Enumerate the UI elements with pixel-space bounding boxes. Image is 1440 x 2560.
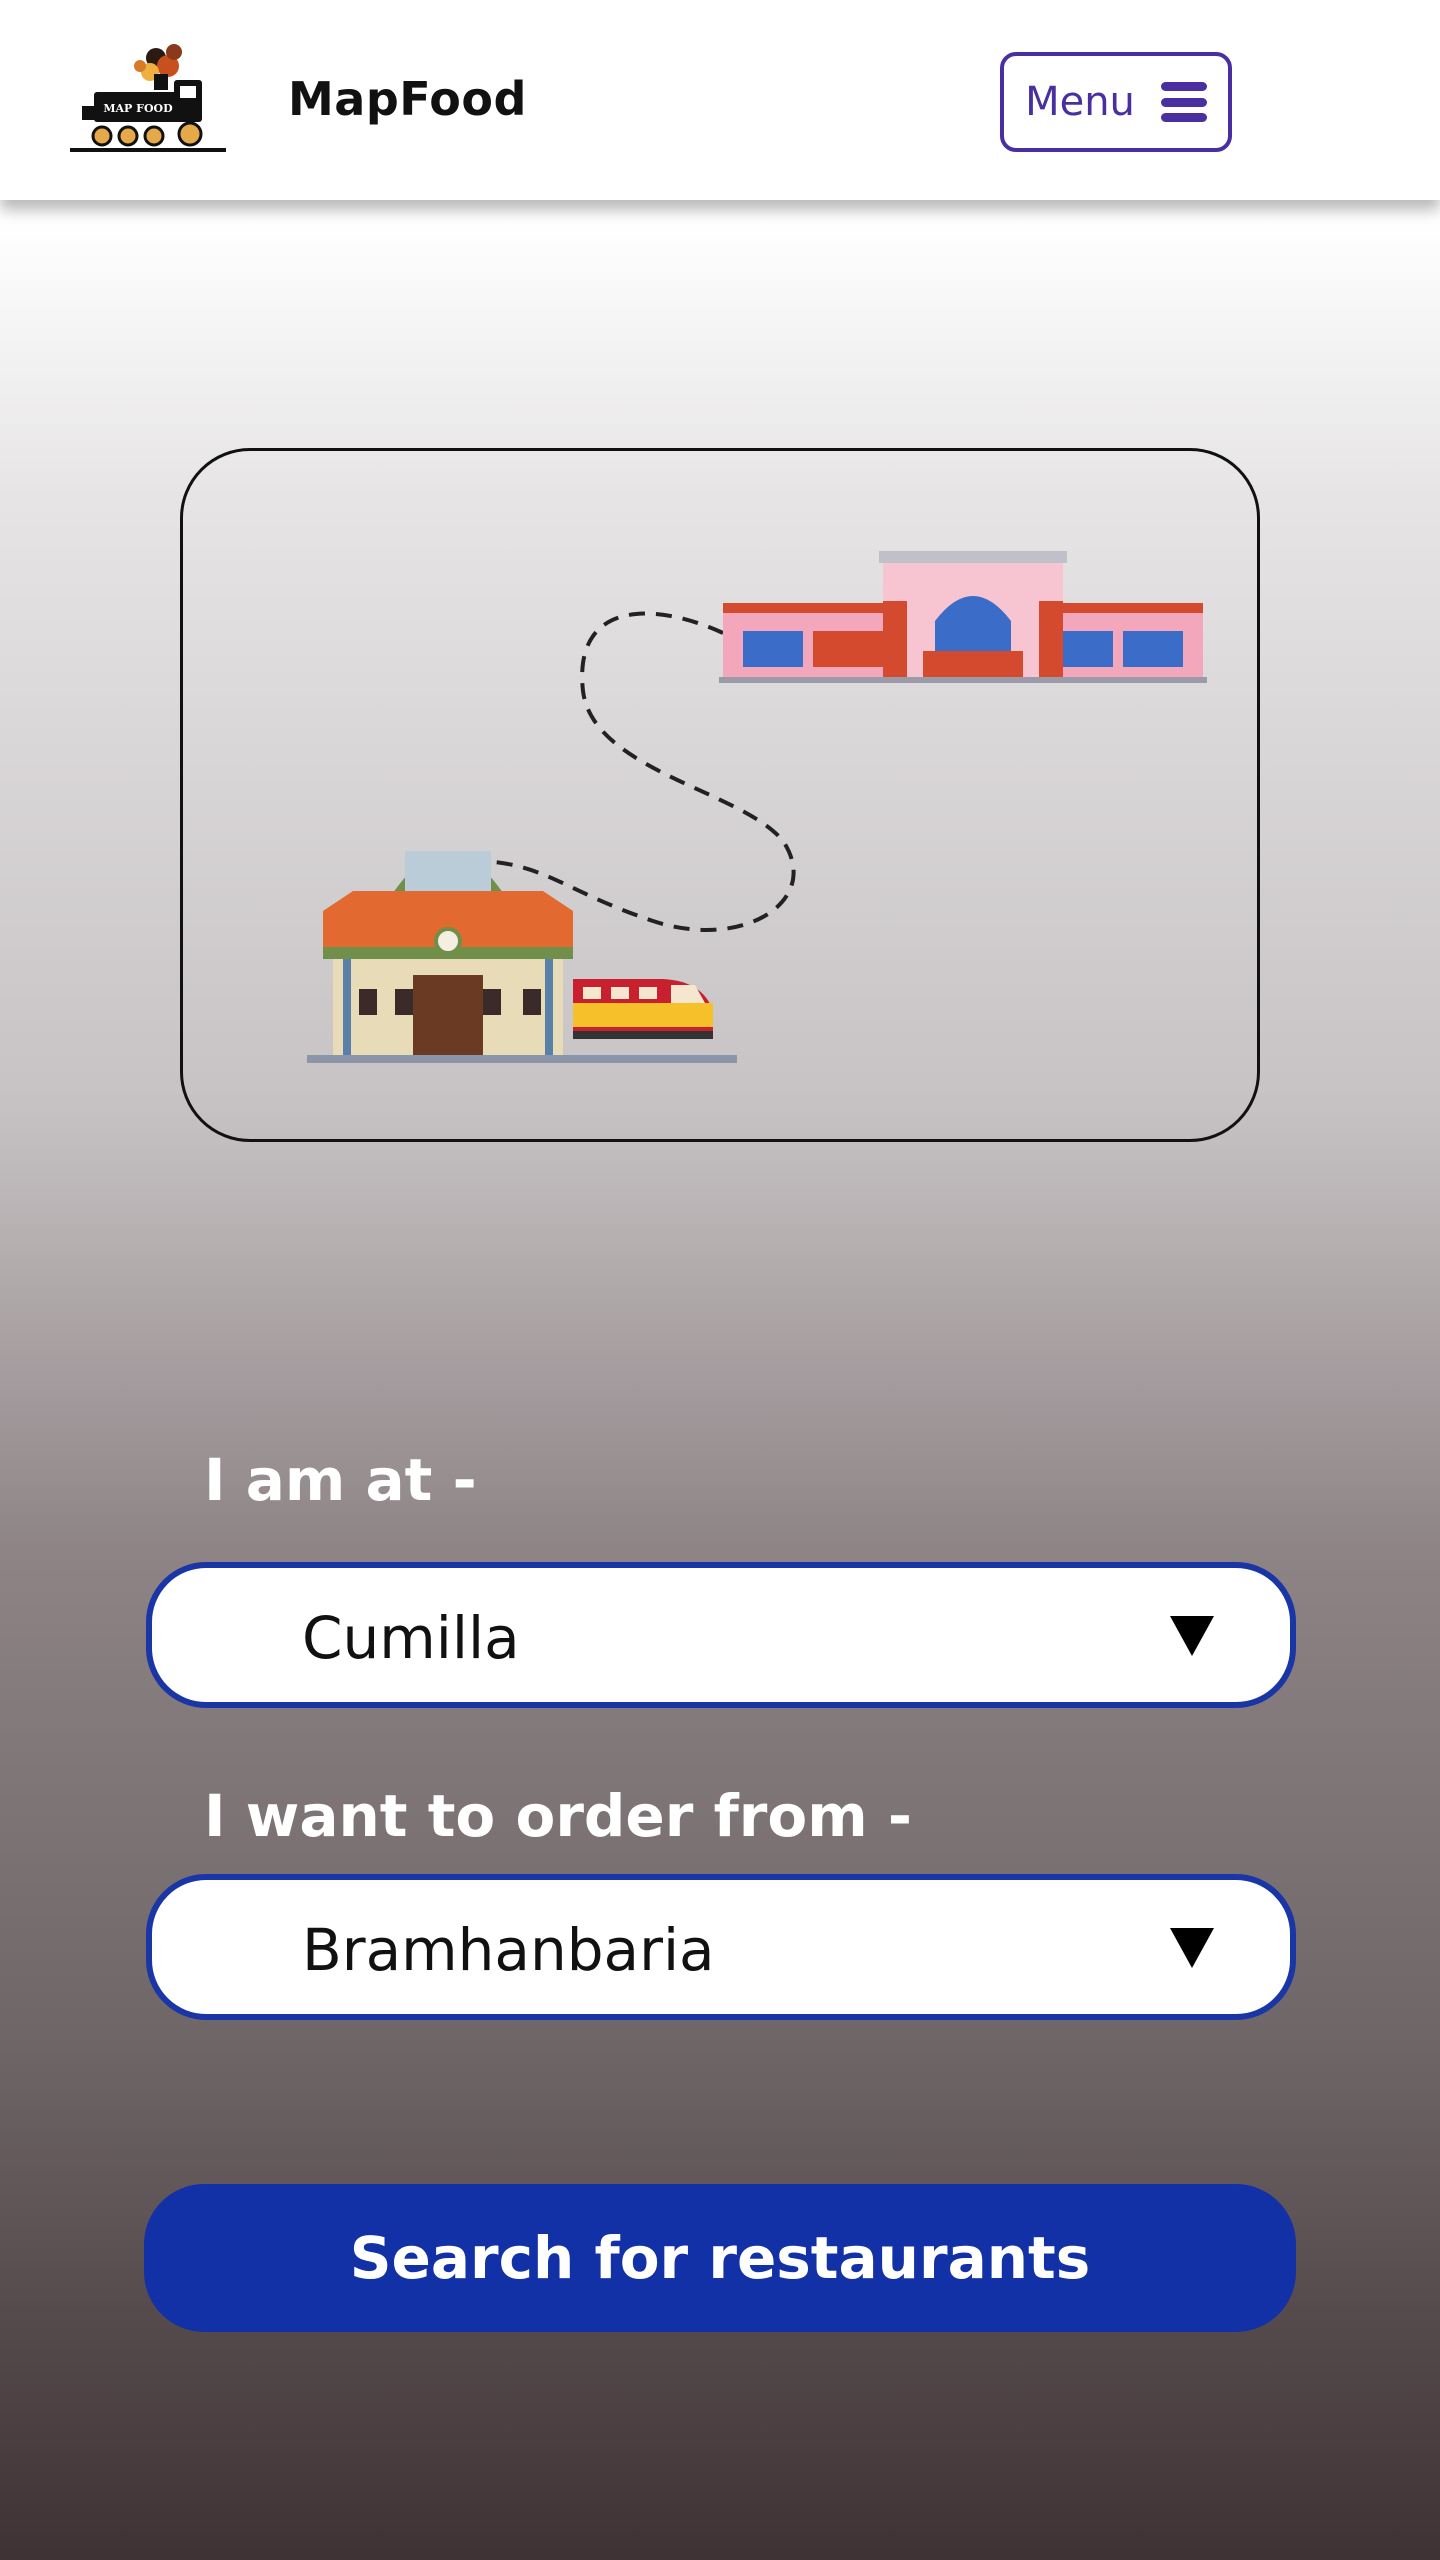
menu-button[interactable]: Menu xyxy=(1000,52,1232,152)
from-location-select[interactable]: Cumilla xyxy=(146,1562,1296,1708)
destination-station-building xyxy=(719,551,1207,683)
origin-station-building xyxy=(323,851,573,1059)
train-graphic xyxy=(573,979,713,1039)
order-from-select[interactable]: Bramhanbaria xyxy=(146,1874,1296,2020)
hamburger-icon xyxy=(1160,82,1207,122)
svg-text:MAP FOOD: MAP FOOD xyxy=(103,102,173,115)
route-illustration-card xyxy=(180,448,1260,1142)
triangle-down-icon xyxy=(1170,1616,1214,1656)
mapfood-logo[interactable]: MAP FOOD xyxy=(68,40,228,160)
app-header: MAP FOOD MapFood Menu xyxy=(0,0,1440,200)
search-restaurants-button[interactable]: Search for restaurants xyxy=(144,2184,1296,2332)
order-from-value: Bramhanbaria xyxy=(302,1916,715,1984)
from-location-label: I am at - xyxy=(204,1446,477,1514)
triangle-down-icon xyxy=(1170,1928,1214,1968)
train-route-illustration xyxy=(307,551,1207,1063)
brand-title[interactable]: MapFood xyxy=(288,72,527,126)
menu-button-label: Menu xyxy=(1025,79,1135,125)
order-from-label: I want to order from - xyxy=(204,1782,912,1850)
from-location-value: Cumilla xyxy=(302,1604,520,1672)
